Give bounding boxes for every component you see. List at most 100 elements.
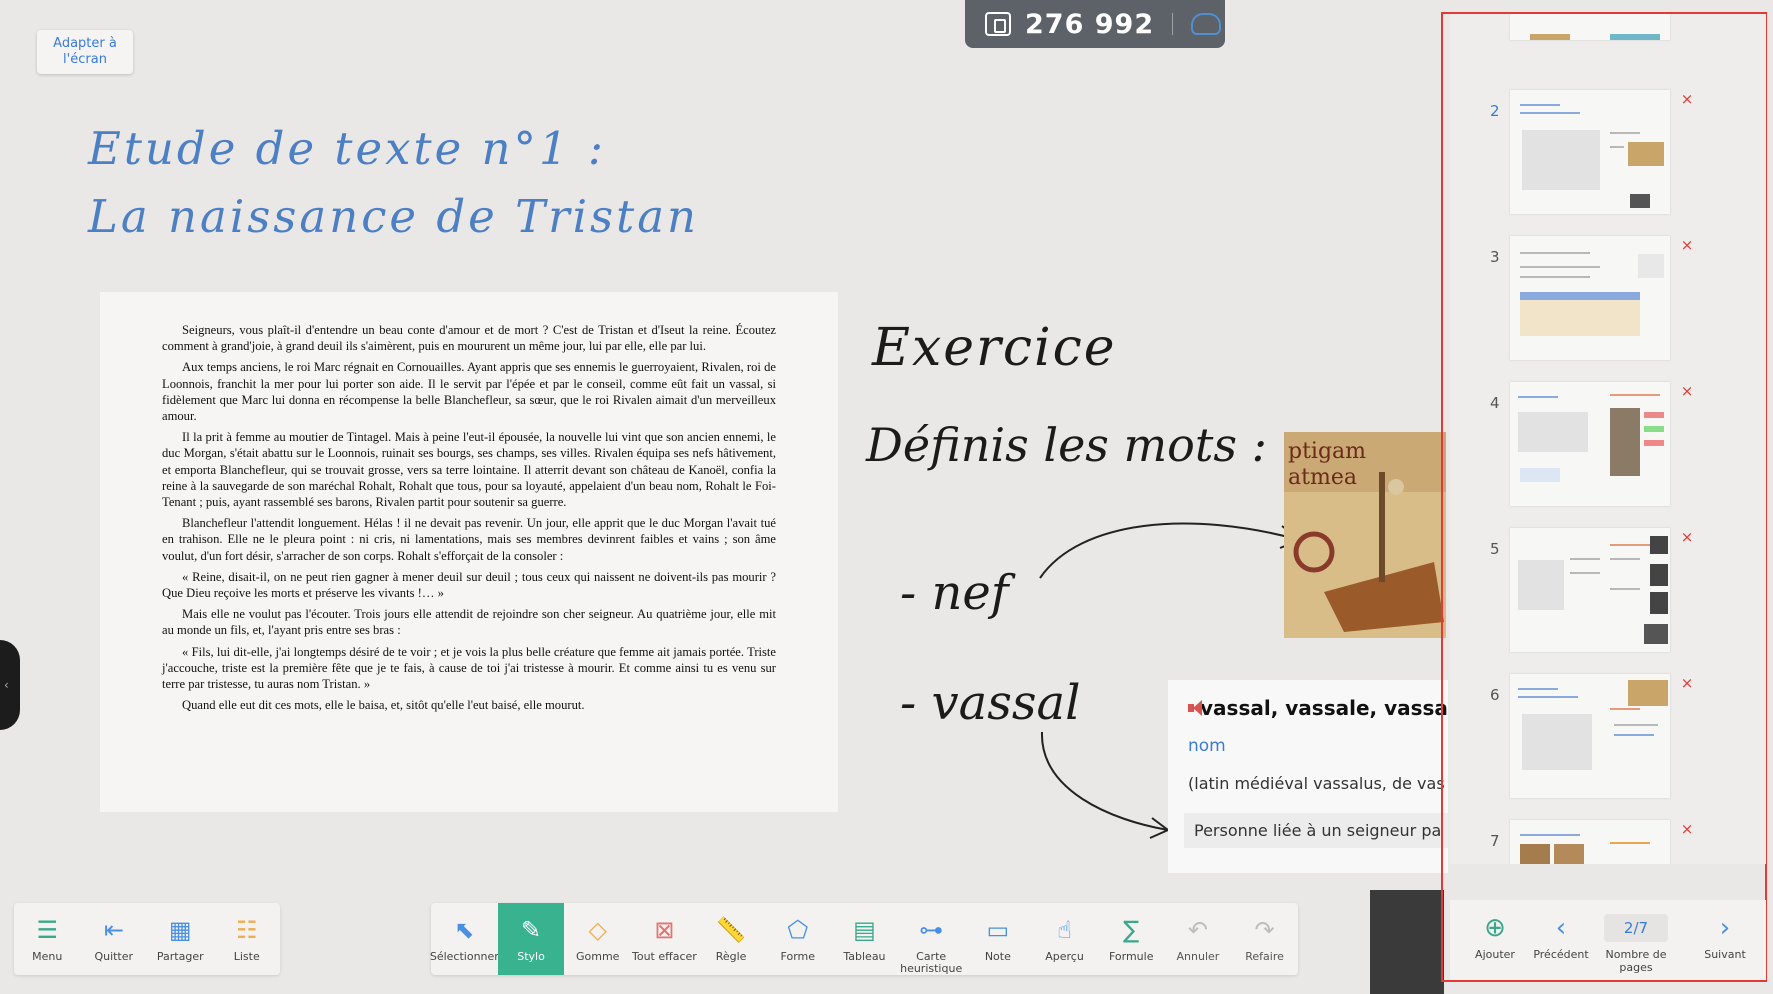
chevron-right-icon: ›	[1719, 913, 1731, 943]
shape-tool[interactable]: ⬠ Forme	[764, 903, 831, 975]
cursor-icon: ⬉	[454, 916, 475, 944]
qr-icon: ▦	[168, 916, 192, 944]
page-count-label: Nombre de pages	[1605, 948, 1667, 974]
exercise-title: Exercice	[872, 318, 1117, 378]
page-number: 4	[1490, 394, 1500, 412]
fit-to-screen-button[interactable]: Adapter à l'écran	[37, 30, 133, 74]
dictionary-popup: vassal, vassale, vassaux nom (latin médi…	[1168, 680, 1448, 873]
text-document: Seigneurs, vous plaît-il d'entendre un b…	[100, 292, 838, 812]
page-count[interactable]: 2/7 Nombre de pages	[1596, 914, 1676, 974]
preview-tool[interactable]: ☝ Aperçu	[1031, 903, 1098, 975]
left-toolbar: ☰ Menu ⇤ Quitter ▦ Partager ☷ Liste	[14, 903, 280, 975]
table-icon: ▤	[853, 916, 876, 944]
redo-icon: ↷	[1254, 916, 1275, 944]
page-number: 5	[1490, 540, 1500, 558]
table-tool[interactable]: ▤ Tableau	[831, 903, 898, 975]
chevron-left-icon: ‹	[1555, 913, 1567, 943]
tool-label: Gomme	[575, 950, 620, 963]
dictionary-headword: vassal, vassale, vassaux	[1200, 696, 1448, 720]
delete-page-icon[interactable]: ×	[1678, 236, 1696, 254]
add-circle-icon: ⊕	[1484, 913, 1506, 943]
dictionary-etymology: (latin médiéval vassalus, de vas	[1188, 774, 1445, 793]
shape-icon: ⬠	[787, 916, 809, 944]
page-thumbnail-row[interactable]: 4 ×	[1450, 382, 1766, 510]
page-thumbnail[interactable]	[1510, 528, 1670, 652]
counter-bar: 276 992	[965, 0, 1225, 48]
page-thumbnail[interactable]	[1510, 236, 1670, 360]
text-paragraph: Seigneurs, vous plaît-il d'entendre un b…	[162, 323, 776, 354]
clear-all-icon: ⊠	[654, 916, 675, 944]
tool-label: Annuler	[1176, 950, 1220, 963]
ruler-icon: 📏	[716, 916, 747, 944]
page-thumbnail-row[interactable]: 2 ×	[1450, 90, 1766, 218]
page-thumbnail-row[interactable]: 3 ×	[1450, 236, 1766, 364]
text-paragraph: « Reine, disait-il, on ne peut rien gagn…	[162, 569, 776, 601]
formula-tool[interactable]: ∑ Formule	[1098, 903, 1165, 975]
note-tool[interactable]: ▭ Note	[965, 903, 1032, 975]
page-thumbnail-row[interactable]: 6 ×	[1450, 674, 1766, 802]
select-tool[interactable]: ⬉ Sélectionner	[429, 903, 499, 975]
touch-icon: ☝	[1057, 916, 1072, 944]
note-icon: ▭	[986, 916, 1010, 944]
redo-button[interactable]: ↷ Refaire	[1231, 903, 1298, 975]
delete-page-icon[interactable]: ×	[1678, 820, 1696, 838]
previous-page-button[interactable]: ‹ Précédent	[1526, 914, 1596, 961]
page-title-line2: La naissance de Tristan	[88, 190, 699, 243]
list-button[interactable]: ☷ Liste	[214, 903, 281, 975]
tool-label: Tableau	[843, 950, 886, 963]
page-thumbnail[interactable]	[1510, 674, 1670, 798]
quit-button[interactable]: ⇤ Quitter	[81, 903, 148, 975]
delete-page-icon[interactable]: ×	[1678, 90, 1696, 108]
page-thumbnail[interactable]	[1510, 382, 1670, 506]
add-page-button[interactable]: ⊕ Ajouter	[1460, 914, 1530, 961]
eraser-tool[interactable]: ◇ Gomme	[564, 903, 631, 975]
svg-text:ptigam: ptigam	[1288, 439, 1366, 464]
eraser-icon: ◇	[588, 916, 607, 944]
dictionary-part-of-speech: nom	[1188, 736, 1226, 756]
page-thumbnail[interactable]	[1510, 820, 1670, 864]
undo-button[interactable]: ↶ Annuler	[1165, 903, 1232, 975]
page-thumbnail[interactable]	[1510, 14, 1670, 40]
counter-divider	[1172, 13, 1174, 35]
tool-label: Forme	[780, 950, 816, 963]
share-button[interactable]: ▦ Partager	[147, 903, 214, 975]
counter-value: 276 992	[1025, 8, 1155, 40]
mindmap-tool[interactable]: ⊶ Carte heuristique	[898, 903, 965, 975]
page-count-value: 2/7	[1604, 914, 1668, 942]
tool-label: Stylo	[517, 950, 545, 963]
background-photo	[1370, 890, 1444, 994]
cloud-sync-icon[interactable]	[1191, 13, 1222, 35]
dictionary-definition: Personne liée à un seigneur pa	[1184, 813, 1448, 848]
text-paragraph: « Fils, lui dit-elle, j'ai longtemps dés…	[162, 644, 776, 692]
page-number: 3	[1490, 248, 1500, 266]
clear-all-tool[interactable]: ⊠ Tout effacer	[631, 903, 698, 975]
delete-page-icon[interactable]: ×	[1678, 674, 1696, 692]
ruler-tool[interactable]: 📏 Règle	[698, 903, 765, 975]
delete-page-icon[interactable]: ×	[1678, 382, 1696, 400]
exercise-word-nef: - nef	[900, 565, 1009, 621]
add-page-label: Ajouter	[1475, 948, 1515, 961]
medieval-ship-illustration: ptigam atmea	[1284, 432, 1446, 638]
pen-tool[interactable]: ✎ Stylo	[497, 903, 565, 975]
tool-label: Règle	[715, 950, 747, 963]
next-page-button[interactable]: › Suivant	[1690, 914, 1760, 961]
page-number: 6	[1490, 686, 1500, 704]
page-thumbnail-row[interactable]: 5 ×	[1450, 528, 1766, 656]
page-thumbnail-row[interactable]: 7 ×	[1450, 820, 1766, 864]
exercise-instruction: Définis les mots :	[866, 418, 1268, 472]
tool-label: Refaire	[1245, 950, 1284, 963]
page-thumbnail-row[interactable]	[1450, 14, 1766, 44]
delete-page-icon[interactable]: ×	[1678, 528, 1696, 546]
tool-label: Note	[984, 950, 1011, 963]
page-title-line1: Etude de texte n°1 :	[88, 122, 607, 175]
page-navigator: ⊕ Ajouter ‹ Précédent 2/7 Nombre de page…	[1450, 900, 1766, 980]
tool-label: Aperçu	[1045, 950, 1084, 963]
undo-icon: ↶	[1187, 916, 1208, 944]
tool-label: Sélectionner	[429, 950, 499, 963]
page-list-panel: 2 × 3 × 4 × 5 × 6 × 7 × ⊕ Ajouter ‹ Préc…	[1441, 12, 1767, 982]
tool-label: Menu	[32, 950, 63, 963]
page-thumbnail[interactable]	[1510, 90, 1670, 214]
menu-button[interactable]: ☰ Menu	[14, 903, 81, 975]
page-thumbnails: 2 × 3 × 4 × 5 × 6 × 7 ×	[1450, 14, 1766, 864]
prev-panel-arrow[interactable]: ‹	[0, 640, 20, 730]
